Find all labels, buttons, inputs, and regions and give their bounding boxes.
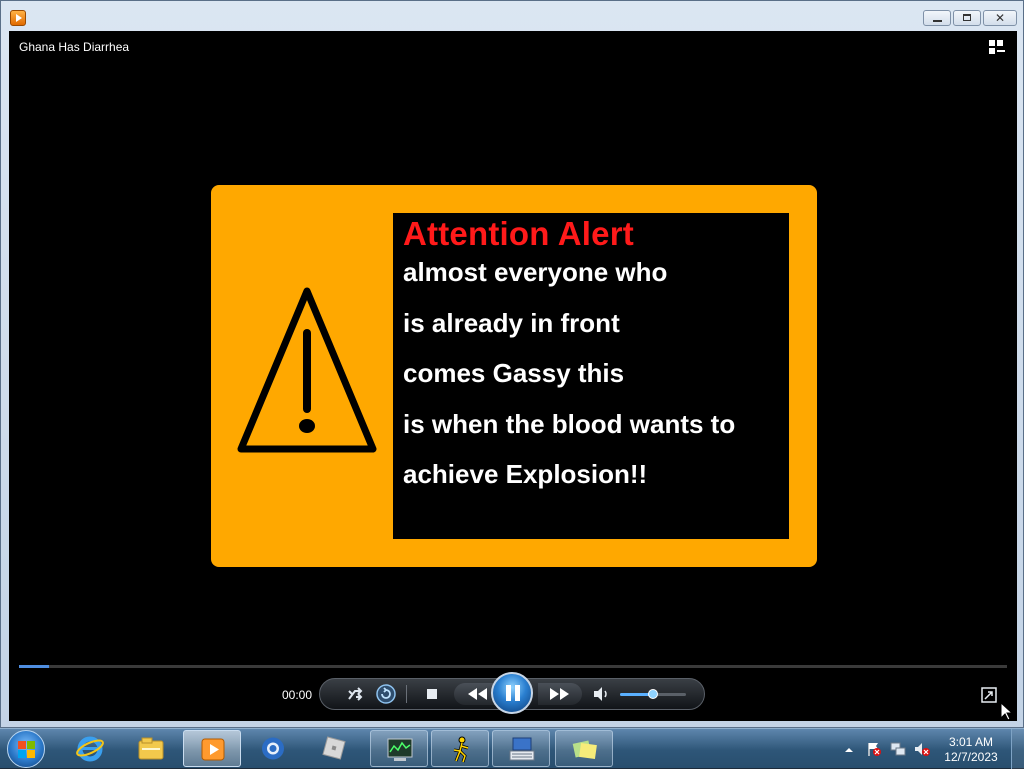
next-icon <box>550 688 569 700</box>
internet-explorer-icon <box>76 736 104 762</box>
volume-icon <box>594 687 607 701</box>
alert-line: is when the blood wants to <box>403 408 736 439</box>
taskbar-keyboard[interactable] <box>492 730 550 767</box>
repeat-button[interactable] <box>374 679 398 709</box>
close-button[interactable]: ✕ <box>983 10 1017 26</box>
clock-date: 12/7/2023 <box>944 750 998 764</box>
close-icon: ✕ <box>995 11 1006 25</box>
sticky-notes-icon <box>572 740 597 760</box>
system-clock[interactable]: 3:01 AM 12/7/2023 <box>938 735 1004 765</box>
separator <box>406 685 407 703</box>
clock-time: 3:01 AM <box>948 735 994 749</box>
elapsed-time: 00:00 <box>282 688 313 702</box>
alert-line: almost everyone who <box>403 257 668 287</box>
chrome-icon <box>262 737 284 760</box>
pause-button[interactable] <box>491 672 533 714</box>
taskbar-file-explorer[interactable] <box>122 730 180 767</box>
next-button[interactable] <box>542 679 576 709</box>
media-player-window: ✕ Ghana Has Diarrhea Attention Alert alm… <box>0 0 1024 728</box>
seek-bar-fill <box>19 665 49 668</box>
repeat-icon <box>376 684 396 704</box>
maximize-button[interactable] <box>953 10 981 26</box>
action-center-button[interactable] <box>866 741 882 757</box>
restore-icon <box>963 14 971 21</box>
stop-icon <box>427 689 437 699</box>
taskbar-media-player[interactable] <box>183 730 241 767</box>
taskbar-aim[interactable] <box>431 730 489 767</box>
taskbar-task-manager[interactable] <box>370 730 428 767</box>
previous-button[interactable] <box>460 679 494 709</box>
alert-body: almost everyone who is already in front co… <box>403 257 783 510</box>
media-player-icon[interactable] <box>10 10 26 26</box>
taskbar-internet-explorer[interactable] <box>61 730 119 767</box>
warning-triangle-icon <box>237 287 377 453</box>
network-button[interactable] <box>890 741 906 757</box>
shuffle-icon <box>348 687 363 701</box>
alert-line: is already in front <box>403 307 620 338</box>
file-explorer-icon <box>138 737 164 760</box>
taskbar-roblox[interactable] <box>305 730 363 767</box>
start-button[interactable] <box>7 730 45 768</box>
show-hidden-icons-button[interactable] <box>844 742 854 752</box>
taskbar-chrome[interactable] <box>244 730 302 767</box>
title-bar[interactable]: ✕ <box>1 1 1023 31</box>
action-center-flag-icon <box>868 743 881 756</box>
roblox-icon <box>322 736 346 760</box>
taskbar-sticky-notes[interactable] <box>555 730 613 767</box>
keyboard-icon <box>509 737 535 761</box>
volume-tray-button[interactable] <box>914 741 930 757</box>
aim-icon <box>453 736 469 763</box>
minimize-icon <box>933 20 942 22</box>
mouse-cursor-icon <box>1001 703 1013 721</box>
alert-heading: Attention Alert <box>403 215 634 252</box>
seek-bar[interactable] <box>19 665 1007 668</box>
alert-line: achieve Explosion!! <box>403 459 648 489</box>
mute-button[interactable] <box>590 679 612 709</box>
volume-slider[interactable] <box>620 689 686 699</box>
fullscreen-button[interactable] <box>981 687 997 703</box>
now-playing-area[interactable]: Ghana Has Diarrhea Attention Alert almos… <box>9 31 1017 721</box>
shuffle-button[interactable] <box>344 679 368 709</box>
network-icon <box>890 742 906 756</box>
show-hidden-icons-chevron <box>845 748 853 752</box>
media-player-icon <box>201 738 225 761</box>
minimize-button[interactable] <box>923 10 951 26</box>
caption-buttons: ✕ <box>923 10 1017 26</box>
stop-button[interactable] <box>420 679 444 709</box>
switch-to-library-icon[interactable] <box>989 40 1005 54</box>
previous-icon <box>468 688 487 700</box>
task-manager-icon <box>387 738 413 761</box>
alert-text-panel: Attention Alert almost everyone who is al… <box>393 213 789 539</box>
volume-slider-thumb[interactable] <box>648 689 658 699</box>
taskbar: 3:01 AM 12/7/2023 <box>0 728 1024 769</box>
fullscreen-icon <box>981 687 997 703</box>
media-title: Ghana Has Diarrhea <box>19 40 130 54</box>
volume-muted-icon <box>915 743 930 756</box>
video-frame-alert-card: Attention Alert almost everyone who is al… <box>211 185 817 567</box>
alert-line: comes Gassy this <box>403 358 625 388</box>
show-desktop-button[interactable] <box>1011 729 1024 769</box>
